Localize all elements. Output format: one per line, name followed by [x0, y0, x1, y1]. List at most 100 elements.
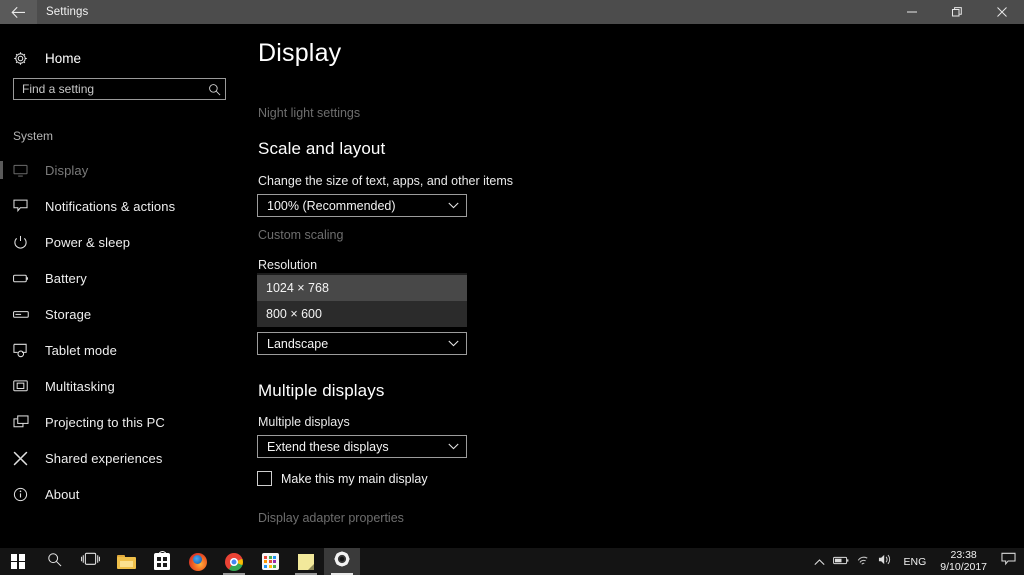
battery-icon — [13, 273, 33, 284]
clock-time: 23:38 — [950, 549, 977, 561]
system-tray: ENG 23:38 9/10/2017 — [809, 548, 1024, 575]
taskbar-search-button[interactable] — [36, 548, 72, 575]
back-button[interactable] — [0, 0, 37, 24]
clock[interactable]: 23:38 9/10/2017 — [933, 549, 994, 573]
sidebar-item-shared-experiences[interactable]: Shared experiences — [0, 440, 240, 476]
task-view-icon — [80, 552, 100, 571]
sidebar-item-label: Battery — [45, 270, 87, 286]
sidebar-item-projecting-to-this-pc[interactable]: Projecting to this PC — [0, 404, 240, 440]
resolution-option[interactable]: 1024 × 768 — [257, 275, 467, 301]
taskbar: ENG 23:38 9/10/2017 — [0, 548, 1024, 575]
search-input[interactable] — [14, 79, 203, 99]
sidebar-item-label: Shared experiences — [45, 450, 163, 466]
sidebar-item-label: Notifications & actions — [45, 198, 176, 214]
battery-icon — [833, 553, 850, 571]
orientation-dropdown-value: Landscape — [267, 336, 329, 351]
calculator-button[interactable] — [252, 548, 288, 575]
firefox-button[interactable] — [180, 548, 216, 575]
title-bar: Settings — [0, 0, 1024, 24]
tray-network-button[interactable] — [853, 553, 875, 571]
resolution-label: Resolution — [258, 258, 318, 272]
search-box[interactable] — [13, 78, 226, 100]
multiple-displays-label: Multiple displays — [258, 415, 350, 429]
windows-logo-icon — [10, 554, 26, 569]
firefox-icon — [189, 552, 207, 571]
main-content: Display Night light settings Scale and l… — [240, 24, 1024, 548]
title-bar-drag-region — [88, 0, 889, 24]
shared-experiences-icon — [13, 451, 33, 466]
tray-battery-button[interactable] — [831, 553, 853, 571]
chevron-down-icon — [440, 340, 466, 347]
search-icon — [47, 552, 62, 572]
sidebar-item-power-sleep[interactable]: Power & sleep — [0, 224, 240, 260]
orientation-dropdown[interactable]: Landscape — [257, 332, 467, 355]
back-arrow-icon — [11, 6, 25, 18]
tray-volume-button[interactable] — [875, 553, 897, 571]
microsoft-store-button[interactable] — [144, 548, 180, 575]
sidebar-item-battery[interactable]: Battery — [0, 260, 240, 296]
minimize-button[interactable] — [889, 0, 934, 24]
minimize-icon — [906, 11, 917, 13]
scale-dropdown[interactable]: 100% (Recommended) — [257, 194, 467, 217]
language-indicator[interactable]: ENG — [897, 556, 934, 568]
custom-scaling-link[interactable]: Custom scaling — [258, 228, 343, 242]
folder-icon — [116, 554, 136, 569]
action-center-button[interactable] — [994, 552, 1022, 571]
night-light-settings-link[interactable]: Night light settings — [258, 106, 360, 120]
search-icon — [203, 83, 225, 96]
multitasking-icon — [13, 380, 33, 392]
sidebar-item-notifications-actions[interactable]: Notifications & actions — [0, 188, 240, 224]
sticky-notes-button[interactable] — [288, 548, 324, 575]
taskbar-empty-area[interactable] — [360, 548, 809, 575]
make-main-display-checkbox[interactable] — [257, 471, 272, 486]
multiple-displays-dropdown-value: Extend these displays — [267, 439, 389, 454]
tray-overflow-button[interactable] — [809, 553, 831, 571]
sidebar-item-multitasking[interactable]: Multitasking — [0, 368, 240, 404]
make-main-display-checkbox-row[interactable]: Make this my main display — [257, 471, 428, 486]
multiple-displays-heading: Multiple displays — [258, 381, 385, 400]
action-center-icon — [1000, 552, 1016, 571]
change-size-label: Change the size of text, apps, and other… — [258, 174, 514, 188]
scale-dropdown-value: 100% (Recommended) — [267, 198, 396, 213]
settings-window: Settings Home Find a setting System Disp… — [0, 0, 1024, 575]
sidebar-item-label: Power & sleep — [45, 234, 131, 250]
chevron-down-icon — [440, 443, 466, 450]
sidebar-item-home[interactable]: Home — [0, 44, 240, 72]
scale-and-layout-heading: Scale and layout — [258, 139, 386, 158]
storage-drive-icon — [13, 310, 33, 319]
chevron-down-icon — [440, 202, 466, 209]
taskbar-settings-button[interactable] — [324, 548, 360, 575]
sidebar-item-label: Display — [45, 162, 89, 178]
sticky-note-icon — [298, 553, 314, 570]
sidebar-item-about[interactable]: About — [0, 476, 240, 512]
sidebar-item-storage[interactable]: Storage — [0, 296, 240, 332]
speaker-icon — [878, 553, 893, 571]
gear-icon — [334, 551, 350, 572]
file-explorer-button[interactable] — [108, 548, 144, 575]
clock-date: 9/10/2017 — [940, 560, 987, 573]
monitor-icon — [13, 164, 33, 177]
resolution-dropdown-list: 1024 × 768 800 × 600 — [257, 273, 467, 327]
page-title: Display — [258, 39, 342, 67]
sidebar-item-label: Projecting to this PC — [45, 414, 165, 430]
sidebar-item-tablet-mode[interactable]: Tablet mode — [0, 332, 240, 368]
window-title: Settings — [46, 6, 89, 18]
wifi-icon — [856, 553, 871, 571]
multiple-displays-dropdown[interactable]: Extend these displays — [257, 435, 467, 458]
close-button[interactable] — [979, 0, 1024, 24]
sidebar-item-display[interactable]: Display — [0, 152, 240, 188]
restore-button[interactable] — [934, 0, 979, 24]
display-adapter-properties-link[interactable]: Display adapter properties — [258, 511, 404, 525]
task-view-button[interactable] — [72, 548, 108, 575]
sidebar-group-label: System — [13, 129, 54, 143]
start-button[interactable] — [0, 548, 36, 575]
tablet-mode-icon — [13, 343, 33, 358]
store-bag-icon — [154, 550, 170, 570]
sidebar-nav-list: Display Notifications & actions Power & … — [0, 152, 240, 512]
sidebar-item-label: About — [45, 486, 80, 502]
power-icon — [13, 235, 33, 250]
chrome-button[interactable] — [216, 548, 252, 575]
projecting-icon — [13, 415, 33, 429]
sidebar-item-label: Tablet mode — [45, 342, 117, 358]
resolution-option[interactable]: 800 × 600 — [257, 301, 467, 327]
